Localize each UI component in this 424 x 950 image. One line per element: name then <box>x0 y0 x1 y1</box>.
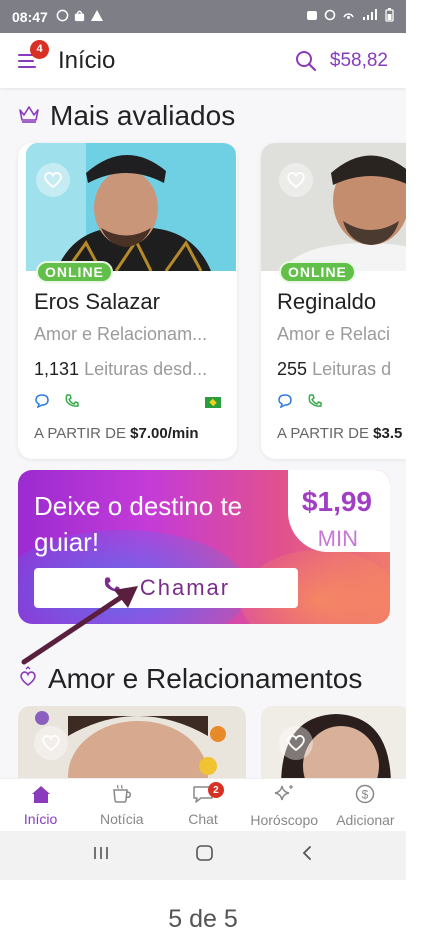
brazil-flag-icon <box>205 397 221 408</box>
price-prefix: A PARTIR DE <box>277 425 369 442</box>
dollar-icon: $ <box>354 783 376 810</box>
love-carousel <box>0 706 406 780</box>
whatsapp-icon <box>56 9 69 25</box>
notification-badge: 4 <box>30 39 49 59</box>
bottom-navigation: Início Notícia 2 Chat Horóscopo $ Adicio… <box>0 778 406 831</box>
nav-item-add-funds[interactable]: $ Adicionar <box>325 779 406 831</box>
bag-icon <box>73 9 86 25</box>
chat-badge: 2 <box>207 782 224 798</box>
back-icon[interactable] <box>300 844 314 867</box>
advisor-name: Reginaldo <box>277 289 377 314</box>
advisor-card[interactable]: ONLINE Eros Salazar Amor e Relacionam...… <box>18 143 237 459</box>
advisor-photo <box>261 143 406 271</box>
nav-label: Adicionar <box>336 811 395 828</box>
call-button-label: Chamar <box>139 575 231 600</box>
recent-apps-icon[interactable] <box>92 845 110 866</box>
signal-icon <box>361 9 379 24</box>
readings-text: Leituras d <box>312 359 392 379</box>
nav-item-home[interactable]: Início <box>0 779 81 831</box>
advisor-photo <box>26 143 236 271</box>
status-time: 08:47 <box>12 8 48 25</box>
advisor-photo[interactable] <box>18 706 246 780</box>
menu-icon-bar <box>18 59 34 62</box>
promo-text: Deixe o destino te guiar! <box>34 491 243 557</box>
phone-icon <box>64 393 80 414</box>
advisor-name: Eros Salazar <box>34 289 160 314</box>
app-bar: 4 Início $58,82 <box>0 33 406 88</box>
svg-text:$: $ <box>362 787 369 801</box>
heart-ring-icon <box>18 665 38 693</box>
home-icon <box>30 784 52 809</box>
crown-icon <box>18 104 40 129</box>
phone-icon <box>307 393 323 414</box>
online-badge: ONLINE <box>279 261 356 283</box>
advisor-readings: 1,131 Leituras desd... <box>34 359 207 380</box>
online-badge: ONLINE <box>36 261 113 283</box>
home-button-icon[interactable] <box>195 844 215 867</box>
status-left-icons <box>56 9 104 25</box>
promo-price: $1,99 <box>301 486 372 517</box>
alarm-icon <box>306 9 318 24</box>
section-love: Amor e Relacionamentos <box>18 663 362 695</box>
section-title: Mais avaliados <box>50 100 236 131</box>
favorite-icon[interactable] <box>279 163 313 197</box>
readings-text: Leituras desd... <box>84 359 208 379</box>
nav-label: Notícia <box>100 810 144 827</box>
contact-methods <box>34 393 80 414</box>
sparkle-icon <box>272 783 296 810</box>
section-title: Amor e Relacionamentos <box>48 663 363 694</box>
warning-icon <box>90 9 104 25</box>
status-right-icons <box>306 8 394 25</box>
hotspot-icon <box>342 9 355 24</box>
price-prefix: A PARTIR DE <box>34 425 126 442</box>
favorite-icon[interactable] <box>34 726 68 760</box>
advisor-category: Amor e Relacionam... <box>34 324 208 344</box>
advisor-carousel: ONLINE Eros Salazar Amor e Relacionam...… <box>0 143 406 461</box>
price-value: $3.5 <box>373 425 403 442</box>
annotation-arrow-icon <box>21 586 138 665</box>
advisor-card[interactable]: ONLINE Reginaldo Amor e Relaci 255 Leitu… <box>261 143 406 459</box>
advisor-price: A PARTIR DE $3.5 <box>277 425 402 442</box>
section-top-rated: Mais avaliados <box>18 100 235 132</box>
advisor-category: Amor e Relaci <box>277 324 391 344</box>
battery-icon <box>385 8 394 25</box>
contact-methods <box>277 393 323 414</box>
nav-label: Chat <box>188 810 218 827</box>
phone-screen: 08:47 4 Início $58,82 Mais avaliados ONL… <box>0 0 406 880</box>
search-icon[interactable] <box>294 49 318 73</box>
nav-item-horoscope[interactable]: Horóscopo <box>244 779 325 831</box>
system-navigation <box>0 831 406 880</box>
nav-label: Horóscopo <box>250 811 319 828</box>
nav-label: Início <box>23 810 58 827</box>
promo-price-unit: MIN <box>317 526 358 551</box>
menu-button[interactable]: 4 <box>18 39 49 72</box>
chat-bubble-icon <box>277 393 293 414</box>
favorite-icon[interactable] <box>36 163 70 197</box>
chat-bubble-icon <box>34 393 50 414</box>
coffee-cup-icon <box>111 784 133 809</box>
balance-amount[interactable]: $58,82 <box>330 50 388 72</box>
nfc-icon <box>324 9 336 24</box>
menu-icon-bar <box>18 65 36 68</box>
nav-item-news[interactable]: Notícia <box>81 779 162 831</box>
advisor-readings: 255 Leituras d <box>277 359 391 380</box>
page-counter: 5 de 5 <box>168 905 238 933</box>
status-bar: 08:47 <box>0 0 406 33</box>
readings-count: 1,131 <box>34 359 80 379</box>
advisor-price: A PARTIR DE $7.00/min <box>34 425 199 442</box>
readings-count: 255 <box>277 359 308 379</box>
page-title: Início <box>58 46 116 74</box>
price-value: $7.00/min <box>130 425 199 442</box>
favorite-icon[interactable] <box>279 726 313 760</box>
advisor-photo[interactable] <box>261 706 406 780</box>
nav-item-chat[interactable]: 2 Chat <box>162 779 243 831</box>
page: 08:47 4 Início $58,82 Mais avaliados ONL… <box>0 0 424 950</box>
